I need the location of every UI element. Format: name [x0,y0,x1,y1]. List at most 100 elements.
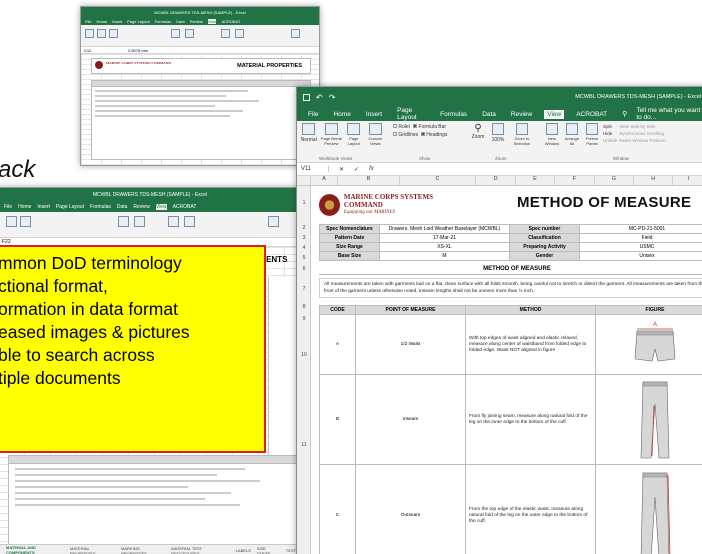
measure-method[interactable]: From the top edge of the elastic waist, … [465,464,596,554]
menu-insert[interactable]: Insert [37,204,50,210]
zoom-100-icon[interactable] [185,29,194,38]
split-button[interactable]: Split [603,123,617,130]
column-header-f[interactable]: F [555,176,595,185]
menu-page-layout[interactable]: Page Layout [56,204,84,210]
gender-value[interactable]: Unisex [579,251,702,261]
gridlines-checkbox[interactable]: Gridlines Headings [393,131,457,139]
tab-material-test-procedures[interactable]: MATERIAL TEST PROCEDURES [171,546,229,554]
measurement-instructions[interactable]: All measurements are taken with garments… [319,278,702,298]
preparing-activity-value[interactable]: USMC [579,242,702,252]
row-header[interactable]: 11 [297,442,311,448]
menu-data[interactable]: Data [176,19,184,24]
arrange-all-button[interactable]: Arrange All [563,123,581,146]
row-header[interactable]: 7 [297,286,311,292]
reset-window-position-button[interactable]: Reset Window Position [619,137,665,144]
menu-home[interactable]: Home [18,204,31,210]
measure-figure-cell[interactable] [595,464,702,554]
row-header[interactable]: 4 [297,245,311,251]
undo-icon[interactable]: ↶ [316,93,323,102]
row-header[interactable]: 2 [297,225,311,231]
row-header[interactable]: 6 [297,266,311,272]
menu-formulas[interactable]: Formulas [437,110,470,119]
spec-number-value[interactable]: MC-PD-21-5001 [579,224,702,234]
menu-view[interactable]: View [544,109,565,119]
menu-view[interactable]: View [155,204,167,210]
redo-icon[interactable]: ↷ [329,93,336,102]
freeze-panes-button[interactable]: Freeze Panes [583,123,601,146]
menu-data[interactable]: Data [117,204,128,210]
tab-material-properties[interactable]: MATERIAL PROPERTIES [70,546,115,554]
base-size-value[interactable]: M [379,251,510,261]
name-box[interactable]: V11 [301,166,329,172]
select-all-corner[interactable] [297,176,311,185]
save-icon[interactable] [303,93,310,101]
synchronous-scrolling-button[interactable]: Synchronous Scrolling [619,130,665,137]
classification-value[interactable]: Field [579,233,702,243]
zoom-icon[interactable] [171,29,180,38]
menu-acrobat[interactable]: ACROBAT [221,19,240,24]
custom-views-button[interactable]: Custom Views [366,123,386,146]
tab-marking-properties[interactable]: MARKING PROPERTIES [121,546,165,554]
zoom-button[interactable]: ⚲ Zoom [469,123,487,146]
measure-point[interactable]: Inseam [355,374,466,465]
measure-point[interactable]: 1/2 Waist [355,314,466,375]
tab-labels[interactable]: LABELS [236,548,251,553]
menu-data[interactable]: Data [479,110,499,119]
method-of-measure-sheet[interactable]: 1 2 3 4 5 6 7 8 9 10 11 MARINE CORPS SYS… [297,186,702,554]
column-header-g[interactable]: G [595,176,635,185]
measure-point[interactable]: Outseam [355,464,466,554]
size-range-value[interactable]: XS-XL [379,242,510,252]
row-header[interactable]: 1 [297,200,311,206]
excel-window-material-properties[interactable]: MCWBL DRAWERS TDS-MESH (SAMPLE) - Excel … [80,6,320,166]
page-break-button[interactable]: Page Break Preview [321,123,342,146]
measure-figure-cell[interactable]: A [595,314,702,375]
column-header-i[interactable]: I [673,176,702,185]
column-header-h[interactable]: H [634,176,674,185]
column-header-e[interactable]: E [516,176,556,185]
measure-code[interactable]: C [319,464,356,554]
menu-formulas[interactable]: Formulas [155,19,172,24]
zoom-100-icon[interactable] [134,216,145,227]
menu-review[interactable]: Review [190,19,203,24]
new-window-icon[interactable] [221,29,230,38]
menu-insert[interactable]: Insert [112,19,122,24]
arrange-icon[interactable] [184,216,195,227]
excel-window-method-of-measure[interactable]: ↶ ↷ MCWBL DRAWERS TDS-MESH (SAMPLE) - Ex… [296,86,702,554]
hide-button[interactable]: Hide [603,130,617,137]
function-icon[interactable]: fx [369,166,374,172]
new-window-icon[interactable] [168,216,179,227]
normal-view-icon[interactable] [6,216,17,227]
tell-me-input[interactable]: Tell me what you want to do... [633,106,702,122]
menu-acrobat[interactable]: ACROBAT [173,204,197,210]
new-window-button[interactable]: New Window [543,123,561,146]
tab-size-tariff[interactable]: SIZE TARIFF [257,546,280,554]
formula-text[interactable]: 2.5075 mm [128,48,148,53]
zoom-icon[interactable] [118,216,129,227]
page-layout-icon[interactable] [109,29,118,38]
switch-windows-icon[interactable] [291,29,300,38]
menu-insert[interactable]: Insert [363,110,385,119]
measure-code[interactable]: B [319,374,356,465]
menu-file[interactable]: File [4,204,12,210]
row-header[interactable]: 10 [297,352,311,358]
name-box[interactable]: C12 [84,48,108,53]
page-layout-button[interactable]: Page Layout [344,123,364,146]
view-side-by-side-button[interactable]: View Side by Side [619,123,665,130]
menu-review[interactable]: Review [133,204,149,210]
measure-method[interactable]: With top edges of waist aligned and elas… [465,314,596,375]
menu-acrobat[interactable]: ACROBAT [573,110,610,119]
menu-review[interactable]: Review [508,110,535,119]
formula-bar[interactable]: V11 ✕ ✓ fx [297,163,702,176]
menu-page-layout[interactable]: Page Layout [127,19,149,24]
menu-home[interactable]: Home [330,110,353,119]
switch-windows-icon[interactable] [268,216,279,227]
measure-figure-cell[interactable] [595,374,702,465]
worksheet-grid[interactable]: MARINE CORPS SYSTEMS COMMAND MATERIAL PR… [81,54,319,165]
zoom-selection-button[interactable]: Zoom to Selection [509,123,535,146]
ruler-checkbox[interactable]: Ruler Formula Bar [393,123,457,131]
zoom-100-button[interactable]: 100% [489,123,507,146]
tab-material-and-components[interactable]: MATERIAL AND COMPONENTS [6,545,64,554]
normal-view-icon[interactable] [85,29,94,38]
formula-bar[interactable]: C12 2.5075 mm [81,47,319,54]
pattern-date-value[interactable]: 17-Mar-21 [379,233,510,243]
